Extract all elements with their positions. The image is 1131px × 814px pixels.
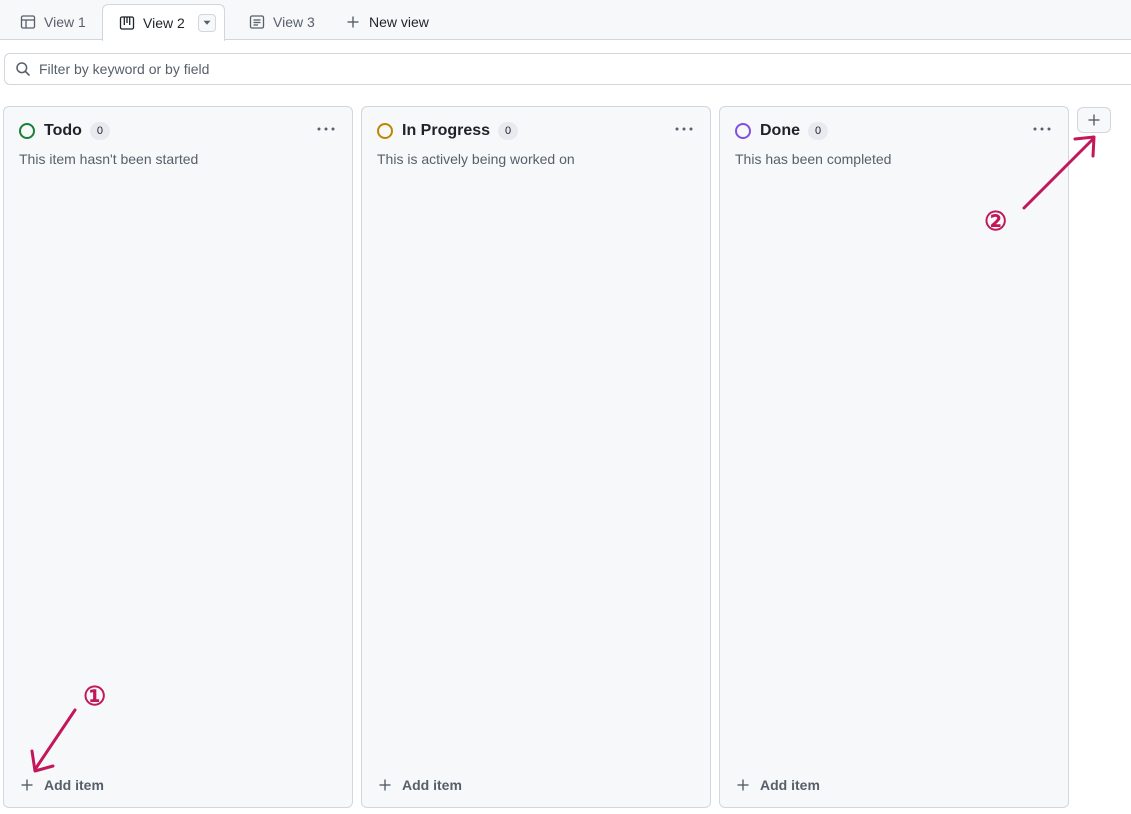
roadmap-icon (249, 14, 265, 30)
column-title: Done (760, 122, 800, 139)
tab-view-2[interactable]: View 2 (102, 4, 225, 41)
status-circle-icon (19, 123, 35, 139)
column-header: Done 0 (735, 122, 828, 140)
add-item-label: Add item (402, 777, 462, 793)
tab-view-3[interactable]: View 3 (249, 4, 315, 40)
new-view-label: New view (369, 14, 429, 30)
kebab-horizontal-icon (317, 127, 335, 131)
kebab-horizontal-icon (675, 127, 693, 131)
column-menu-button[interactable] (314, 121, 338, 137)
column-menu-button[interactable] (672, 121, 696, 137)
status-circle-icon (377, 123, 393, 139)
plus-icon (735, 777, 751, 793)
column-header: In Progress 0 (377, 122, 519, 140)
status-circle-icon (735, 123, 751, 139)
arrowhead-2-icon (1073, 135, 1096, 158)
item-count-badge: 0 (808, 122, 828, 140)
item-count-badge: 0 (498, 122, 519, 140)
column-description: This is actively being worked on (377, 151, 575, 167)
tab-view-1[interactable]: View 1 (20, 4, 86, 40)
tab-options-dropdown[interactable] (197, 14, 216, 32)
tab-label: View 3 (273, 14, 315, 30)
table-icon (20, 14, 36, 30)
board-column-todo: Todo 0 This item hasn't been started Add… (3, 106, 353, 808)
column-description: This item hasn't been started (19, 151, 199, 167)
filter-bar (4, 53, 1131, 85)
add-item-button[interactable]: Add item (735, 775, 820, 795)
board-column-in-progress: In Progress 0 This is actively being wor… (361, 106, 711, 808)
add-item-button[interactable]: Add item (19, 775, 104, 795)
tab-label: View 2 (143, 15, 185, 31)
plus-icon (19, 777, 35, 793)
new-view-button[interactable]: New view (345, 4, 429, 40)
board-column-done: Done 0 This has been completed Add item (719, 106, 1069, 808)
item-count-badge: 0 (89, 122, 110, 140)
add-item-label: Add item (760, 777, 820, 793)
plus-icon (345, 14, 361, 30)
filter-input[interactable] (39, 61, 639, 77)
annotation-marker-2: ② (984, 206, 1008, 236)
triangle-down-icon (203, 20, 211, 25)
column-title: In Progress (402, 122, 491, 139)
view-tab-bar: View 1 View 2 View 3 New view (0, 0, 1131, 41)
kebab-horizontal-icon (1033, 127, 1051, 131)
search-icon (15, 61, 31, 77)
add-column-button[interactable] (1077, 107, 1111, 133)
column-header: Todo 0 (19, 122, 110, 140)
column-menu-button[interactable] (1030, 121, 1054, 137)
annotation-marker-1: ① (83, 681, 107, 711)
plus-icon (1088, 114, 1100, 126)
column-title: Todo (44, 122, 82, 139)
column-description: This has been completed (735, 151, 892, 167)
add-item-button[interactable]: Add item (377, 775, 462, 795)
board-icon (119, 15, 135, 31)
add-item-label: Add item (44, 777, 104, 793)
tab-label: View 1 (44, 14, 86, 30)
plus-icon (377, 777, 393, 793)
